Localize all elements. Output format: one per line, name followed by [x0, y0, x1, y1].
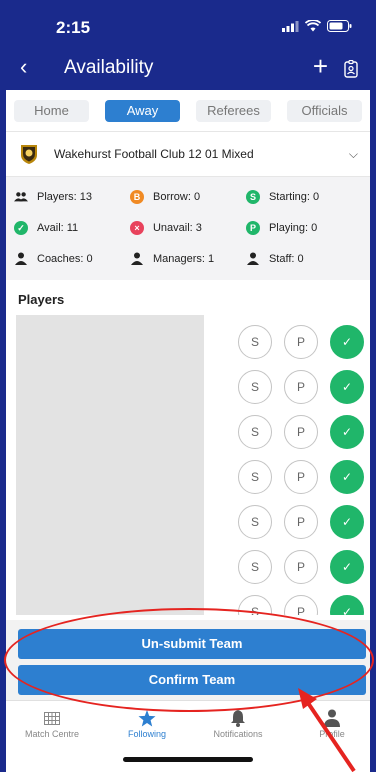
stat-starting-label: Starting: 0 [268, 190, 320, 203]
check-icon: ✓ [14, 220, 28, 235]
status-time: 2:15 [56, 18, 91, 37]
tabbar-item-match-centre[interactable]: Match Centre [12, 707, 92, 739]
grid-icon [12, 707, 92, 729]
starting-toggle[interactable]: S [238, 505, 272, 539]
stat-managers: Managers: 1 [130, 252, 246, 265]
cross-icon: × [129, 220, 144, 235]
tabbar-label: Notifications [213, 729, 263, 739]
status-bar: 2:15 [6, 0, 370, 48]
players-list[interactable]: S P ✓ S P ✓ S P ✓ S P ✓ S P ✓ S P ✓ S P … [6, 315, 370, 615]
team-tabs: Home Away Referees Officials [6, 90, 370, 132]
players-heading: Players [18, 292, 65, 307]
club-name: Wakehurst Football Club 12 01 Mixed [54, 147, 254, 161]
stat-coaches-label: Coaches: 0 [37, 252, 93, 265]
stat-borrow-label: Borrow: 0 [152, 190, 201, 203]
stat-borrow: B Borrow: 0 [129, 189, 246, 204]
available-check-icon[interactable]: ✓ [330, 505, 364, 539]
stat-coaches: Coaches: 0 [14, 252, 130, 265]
player-row: S P ✓ [238, 460, 364, 494]
playing-toggle[interactable]: P [284, 325, 318, 359]
person-icon [130, 252, 144, 265]
stat-managers-label: Managers: 1 [152, 252, 215, 265]
starting-toggle[interactable]: S [238, 370, 272, 404]
battery-icon [327, 20, 352, 32]
available-check-icon[interactable]: ✓ [330, 370, 364, 404]
available-check-icon[interactable]: ✓ [330, 415, 364, 449]
playing-toggle[interactable]: P [284, 460, 318, 494]
club-selector[interactable]: Wakehurst Football Club 12 01 Mixed ⌵ [6, 132, 370, 177]
tabbar-label: Following [127, 729, 167, 739]
available-check-icon[interactable]: ✓ [330, 325, 364, 359]
stat-playing: P Playing: 0 [245, 220, 362, 235]
player-row: S P ✓ [238, 325, 364, 359]
stat-avail-label: Avail: 11 [37, 221, 79, 234]
status-icons [282, 20, 352, 32]
stat-unavail: × Unavail: 3 [129, 220, 246, 235]
tab-officials[interactable]: Officials [287, 99, 362, 122]
player-row: S P ✓ [238, 370, 364, 404]
tabbar-label: Match Centre [24, 729, 80, 739]
signal-icon [282, 20, 299, 32]
tab-home[interactable]: Home [14, 99, 89, 122]
stat-avail: ✓ Avail: 11 [14, 220, 130, 235]
person-icon [246, 252, 260, 265]
stat-playing-label: Playing: 0 [268, 221, 318, 234]
available-check-icon[interactable]: ✓ [330, 595, 364, 615]
playing-toggle[interactable]: P [284, 505, 318, 539]
player-names-placeholder [16, 315, 204, 615]
back-chevron-icon[interactable]: ‹ [20, 54, 27, 80]
starting-icon: S [245, 189, 260, 204]
stat-staff-label: Staff: 0 [268, 252, 304, 265]
playing-icon: P [245, 220, 260, 235]
available-check-icon[interactable]: ✓ [330, 460, 364, 494]
tabbar-item-notifications[interactable]: Notifications [198, 707, 278, 739]
player-row: S P ✓ [238, 550, 364, 584]
playing-toggle[interactable]: P [284, 595, 318, 615]
person-icon [14, 252, 28, 265]
stat-staff: Staff: 0 [246, 252, 362, 265]
tab-referees[interactable]: Referees [196, 99, 271, 122]
chevron-down-icon: ⌵ [348, 146, 358, 161]
wifi-icon [305, 20, 321, 32]
playing-toggle[interactable]: P [284, 550, 318, 584]
availability-summary: Players: 13 B Borrow: 0 S Starting: 0 ✓ … [6, 177, 370, 280]
starting-toggle[interactable]: S [238, 460, 272, 494]
stat-players: Players: 13 [14, 191, 130, 203]
stat-starting: S Starting: 0 [245, 189, 362, 204]
playing-toggle[interactable]: P [284, 415, 318, 449]
player-row: S P ✓ [238, 505, 364, 539]
player-row: S P ✓ [238, 415, 364, 449]
id-badge-icon[interactable] [344, 59, 358, 83]
starting-toggle[interactable]: S [238, 325, 272, 359]
starting-toggle[interactable]: S [238, 415, 272, 449]
playing-toggle[interactable]: P [284, 370, 318, 404]
borrow-icon: B [129, 189, 144, 204]
club-crest-icon [21, 145, 37, 164]
home-indicator [123, 757, 253, 762]
nav-bar: ‹ Availability + [6, 48, 370, 90]
tab-away[interactable]: Away [105, 99, 180, 122]
available-check-icon[interactable]: ✓ [330, 550, 364, 584]
stat-unavail-label: Unavail: 3 [152, 221, 202, 234]
add-icon[interactable]: + [313, 51, 328, 82]
group-icon [14, 191, 28, 203]
stat-players-label: Players: 13 [37, 190, 93, 203]
starting-toggle[interactable]: S [238, 550, 272, 584]
annotation-arrow-icon [298, 688, 356, 772]
page-title: Availability [64, 57, 154, 78]
